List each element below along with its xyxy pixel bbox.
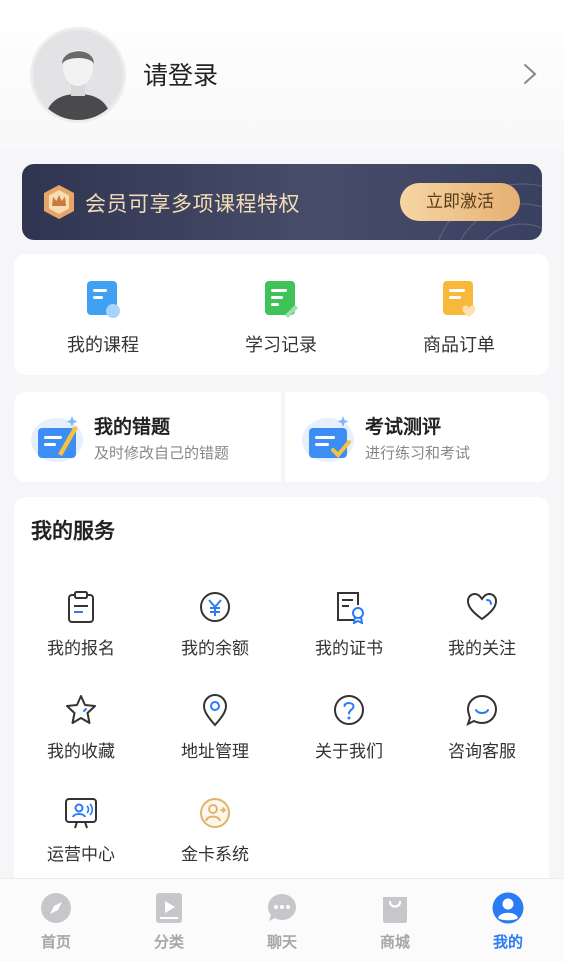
quick-item-label: 商品订单	[423, 335, 495, 356]
practice-card: 我的错题 及时修改自己的错题 考试测评 进行练习和考试	[14, 392, 549, 482]
twin-subtitle: 进行练习和考试	[365, 444, 471, 462]
my-services-card: 我的服务 我的报名 我的余额 我的证书 我的关注 我的收藏 地址管理 关于我们 …	[14, 497, 549, 917]
tab-label: 分类	[153, 933, 184, 951]
service-label: 我的报名	[47, 639, 115, 659]
compass-icon	[41, 893, 71, 923]
vip-banner: 会员可享多项课程特权 立即激活	[22, 164, 542, 240]
tab-label: 我的	[492, 933, 523, 951]
profile-header[interactable]: 请登录	[0, 0, 564, 150]
service-label: 关于我们	[315, 742, 383, 762]
tab-mine[interactable]: 我的	[452, 879, 564, 962]
tab-category[interactable]: 分类	[113, 879, 225, 962]
section-title: 我的服务	[31, 519, 115, 543]
service-my-favorites[interactable]: 我的收藏	[14, 693, 148, 783]
quick-item-my-courses[interactable]: 我的课程	[14, 254, 192, 375]
service-label: 金卡系统	[181, 845, 249, 865]
service-label: 地址管理	[181, 742, 249, 762]
certificate-icon	[337, 592, 364, 624]
star-icon	[66, 695, 96, 724]
service-my-balance[interactable]: 我的余额	[148, 590, 282, 680]
chevron-right-icon[interactable]	[522, 62, 538, 86]
twin-title: 考试测评	[365, 416, 442, 438]
quick-item-label: 学习记录	[245, 335, 317, 356]
service-label: 咨询客服	[448, 742, 516, 762]
service-label: 我的收藏	[47, 742, 115, 762]
tab-home[interactable]: 首页	[0, 879, 112, 962]
chat-icon	[268, 894, 296, 921]
service-label: 我的余额	[181, 639, 249, 659]
quick-item-orders[interactable]: 商品订单	[370, 254, 548, 375]
customer-service-icon	[466, 694, 498, 726]
tab-label: 首页	[40, 933, 71, 951]
question-icon	[334, 695, 364, 725]
location-pin-icon	[202, 693, 228, 727]
quick-item-label: 我的课程	[67, 335, 139, 356]
heart-icon	[466, 592, 498, 621]
yuan-coin-icon	[200, 592, 230, 622]
study-record-icon	[265, 281, 298, 318]
activate-button[interactable]: 立即激活	[400, 183, 520, 221]
service-customer-support[interactable]: 咨询客服	[415, 693, 549, 783]
service-gold-card[interactable]: 金卡系统	[148, 796, 282, 886]
category-icon	[156, 893, 182, 923]
service-label: 我的关注	[448, 639, 516, 659]
profile-page: 请登录 会员可享多项课程特权 立即激活 我的课程 学习记录 商品订单 我的错题 …	[0, 0, 564, 962]
service-my-follows[interactable]: 我的关注	[415, 590, 549, 680]
person-icon	[492, 892, 524, 924]
twin-title: 我的错题	[94, 416, 171, 438]
service-my-registration[interactable]: 我的报名	[14, 590, 148, 680]
tab-mall[interactable]: 商城	[339, 879, 451, 962]
service-label: 运营中心	[47, 845, 115, 865]
exam-evaluation-entry[interactable]: 考试测评 进行练习和考试	[285, 392, 549, 482]
service-about-us[interactable]: 关于我们	[282, 693, 416, 783]
my-mistakes-entry[interactable]: 我的错题 及时修改自己的错题	[14, 392, 278, 482]
tab-label: 商城	[379, 933, 410, 951]
vip-benefit-text: 会员可享多项课程特权	[85, 192, 300, 216]
avatar[interactable]	[30, 27, 126, 123]
clipboard-icon	[68, 591, 94, 623]
exam-test-icon	[302, 416, 354, 462]
quick-access-card: 我的课程 学习记录 商品订单	[14, 254, 549, 375]
order-icon	[443, 281, 476, 317]
shopping-bag-icon	[383, 897, 407, 923]
service-operations-center[interactable]: 运营中心	[14, 796, 148, 886]
service-my-certificate[interactable]: 我的证书	[282, 590, 416, 680]
vip-crown-badge-icon	[44, 185, 74, 219]
default-avatar-icon	[33, 30, 123, 120]
bottom-tab-bar: 首页 分类 聊天 商城 我的	[0, 878, 564, 962]
login-prompt[interactable]: 请登录	[143, 56, 218, 92]
tab-label: 聊天	[266, 933, 297, 951]
mistakes-notebook-icon	[31, 416, 83, 462]
tab-chat[interactable]: 聊天	[226, 879, 338, 962]
operations-icon	[65, 798, 97, 829]
gold-card-icon	[200, 798, 230, 828]
service-label: 我的证书	[315, 639, 383, 659]
course-icon	[87, 281, 120, 318]
quick-item-study-record[interactable]: 学习记录	[192, 254, 370, 375]
twin-subtitle: 及时修改自己的错题	[94, 444, 230, 462]
service-address-management[interactable]: 地址管理	[148, 693, 282, 783]
